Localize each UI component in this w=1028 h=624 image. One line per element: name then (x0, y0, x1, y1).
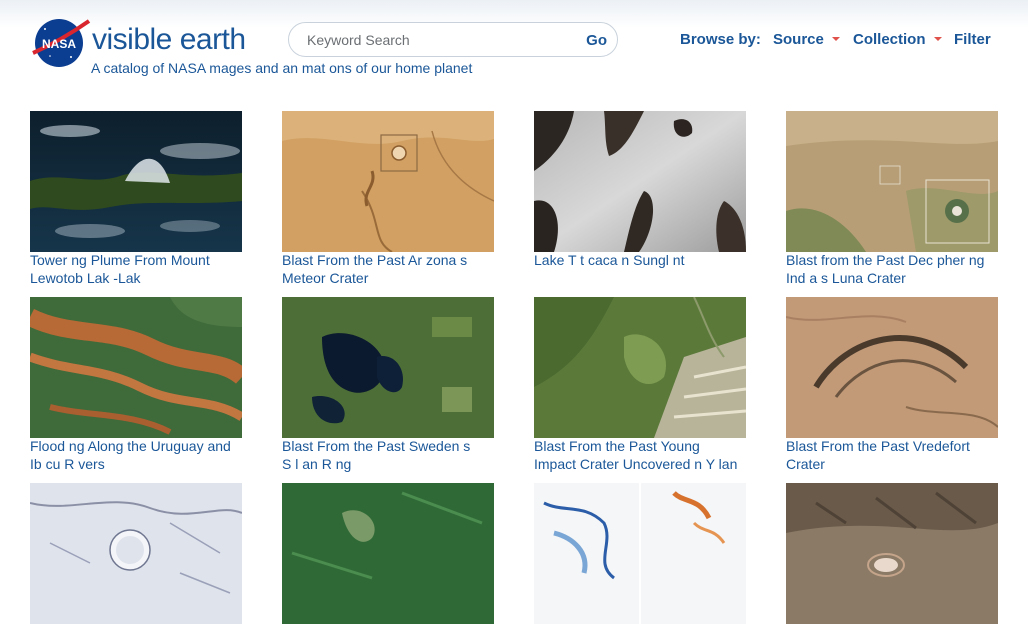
search-input[interactable] (307, 29, 562, 51)
thumbnail-image[interactable] (282, 483, 494, 624)
search-box: Go (288, 22, 618, 57)
thumbnail-image[interactable] (30, 111, 242, 252)
tile-caption[interactable]: Blast from the Past Dec pher ng Ind a s … (786, 252, 1006, 287)
tile-caption[interactable]: Blast From the Past Young Impact Crater … (534, 438, 754, 473)
gallery-tile[interactable]: Blast From the Past Sweden s S l an R ng (282, 297, 494, 473)
thumbnail-image[interactable] (30, 483, 242, 624)
collection-dropdown[interactable]: Collection (853, 31, 942, 49)
tile-caption[interactable]: Flood ng Along the Uruguay and Ib cu R v… (30, 438, 250, 473)
go-button[interactable]: Go (584, 29, 609, 51)
thumbnail-image[interactable] (534, 483, 746, 624)
thumbnail-image[interactable] (786, 111, 998, 252)
gallery-tile[interactable]: Blast from the Past Dec pher ng Ind a s … (786, 111, 998, 287)
site-tagline: A catalog of NASA mages and an mat ons o… (91, 60, 473, 76)
thumbnail-image[interactable] (786, 297, 998, 438)
caret-down-icon (933, 37, 942, 41)
caret-down-icon (831, 37, 840, 41)
svg-text:NASA: NASA (42, 37, 76, 51)
gallery-tile[interactable] (30, 483, 242, 624)
gallery-tile[interactable]: Blast From the Past Ar zona s Meteor Cra… (282, 111, 494, 287)
tile-caption[interactable]: Tower ng Plume From Mount Lewotob Lak -L… (30, 252, 250, 287)
thumbnail-image[interactable] (30, 297, 242, 438)
nasa-logo[interactable]: NASA (31, 17, 91, 69)
tile-caption[interactable]: Blast From the Past Ar zona s Meteor Cra… (282, 252, 502, 287)
thumbnail-image[interactable] (282, 297, 494, 438)
source-label: Source (773, 31, 824, 48)
tile-caption[interactable]: Blast From the Past Sweden s S l an R ng (282, 438, 502, 473)
gallery-tile[interactable] (282, 483, 494, 624)
source-dropdown[interactable]: Source (773, 31, 840, 49)
gallery-tile[interactable]: Lake T t caca n Sungl nt (534, 111, 746, 270)
site-header: NASA visible earth A catalog of NASA mag… (0, 0, 1028, 95)
tile-caption[interactable]: Lake T t caca n Sungl nt (534, 252, 754, 270)
site-brand[interactable]: visible earth (92, 21, 246, 59)
gallery-tile[interactable] (534, 483, 746, 624)
browse-by-label: Browse by: (680, 31, 761, 48)
tile-caption[interactable]: Blast From the Past Vredefort Crater (786, 438, 1006, 473)
thumbnail-image[interactable] (534, 297, 746, 438)
filter-link[interactable]: Filter (954, 31, 991, 49)
thumbnail-image[interactable] (282, 111, 494, 252)
gallery-tile[interactable]: Tower ng Plume From Mount Lewotob Lak -L… (30, 111, 242, 287)
gallery-tile[interactable]: Blast From the Past Vredefort Crater (786, 297, 998, 473)
thumbnail-image[interactable] (786, 483, 998, 624)
thumbnail-image[interactable] (534, 111, 746, 252)
gallery-tile[interactable]: Flood ng Along the Uruguay and Ib cu R v… (30, 297, 242, 473)
collection-label: Collection (853, 31, 926, 48)
gallery-tile[interactable] (786, 483, 998, 624)
gallery-tile[interactable]: Blast From the Past Young Impact Crater … (534, 297, 746, 473)
